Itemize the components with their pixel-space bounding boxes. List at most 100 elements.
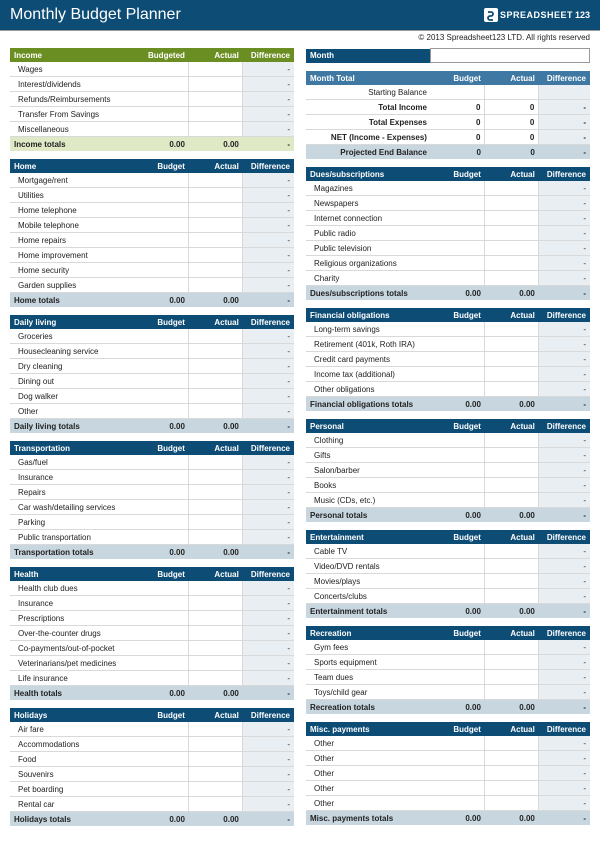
cell-budget[interactable] (431, 337, 485, 352)
cell-budget[interactable] (431, 367, 485, 382)
cell-budget[interactable] (431, 478, 485, 493)
cell-budget[interactable] (135, 359, 189, 374)
cell-actual[interactable] (189, 188, 243, 203)
cell-actual[interactable] (189, 752, 243, 767)
cell-budget[interactable] (431, 226, 485, 241)
cell-actual[interactable] (189, 722, 243, 737)
cell-actual[interactable] (189, 218, 243, 233)
cell-actual[interactable] (485, 271, 539, 286)
cell-budget[interactable] (135, 722, 189, 737)
cell-budget[interactable] (135, 344, 189, 359)
cell-budget[interactable] (135, 203, 189, 218)
cell-actual[interactable] (189, 329, 243, 344)
cell-actual[interactable] (189, 626, 243, 641)
cell-actual[interactable] (189, 500, 243, 515)
cell-budget[interactable] (135, 248, 189, 263)
cell-actual[interactable] (485, 736, 539, 751)
cell-actual[interactable] (485, 478, 539, 493)
cell-actual[interactable] (189, 470, 243, 485)
cell-actual[interactable] (189, 485, 243, 500)
cell-actual[interactable] (189, 77, 243, 92)
cell-actual[interactable] (189, 656, 243, 671)
cell-actual[interactable] (189, 782, 243, 797)
cell-budget[interactable] (135, 62, 189, 77)
cell-budget[interactable] (431, 670, 485, 685)
cell-actual[interactable] (189, 359, 243, 374)
cell-budget[interactable] (431, 559, 485, 574)
cell-budget[interactable] (135, 500, 189, 515)
cell-budget[interactable] (135, 107, 189, 122)
cell-actual[interactable] (485, 211, 539, 226)
cell-budget[interactable] (431, 493, 485, 508)
cell-budget[interactable] (431, 655, 485, 670)
cell-budget[interactable] (135, 671, 189, 686)
month-input[interactable] (431, 49, 590, 63)
cell-actual[interactable] (189, 203, 243, 218)
cell-budget[interactable] (135, 752, 189, 767)
cell-actual[interactable] (189, 581, 243, 596)
cell-budget[interactable] (431, 589, 485, 604)
cell-budget[interactable] (135, 656, 189, 671)
cell-actual[interactable] (485, 448, 539, 463)
cell-budget[interactable] (135, 782, 189, 797)
cell-actual[interactable] (485, 574, 539, 589)
cell-budget[interactable] (431, 181, 485, 196)
cell-actual[interactable] (485, 256, 539, 271)
cell-actual[interactable] (189, 797, 243, 812)
cell-budget[interactable] (431, 241, 485, 256)
cell-actual[interactable] (485, 181, 539, 196)
cell-budget[interactable] (135, 233, 189, 248)
cell-actual[interactable] (485, 751, 539, 766)
cell-budget[interactable] (135, 797, 189, 812)
cell-budget[interactable] (135, 218, 189, 233)
cell-budget[interactable] (135, 581, 189, 596)
cell-actual[interactable] (189, 122, 243, 137)
cell-actual[interactable] (189, 374, 243, 389)
cell-actual[interactable] (189, 107, 243, 122)
cell-actual[interactable] (485, 322, 539, 337)
cell-actual[interactable] (485, 352, 539, 367)
cell-actual[interactable] (485, 544, 539, 559)
cell-budget[interactable] (431, 196, 485, 211)
cell-budget[interactable] (431, 766, 485, 781)
cell-budget[interactable] (431, 736, 485, 751)
cell-budget[interactable] (431, 211, 485, 226)
cell-budget[interactable] (135, 173, 189, 188)
cell-actual[interactable] (189, 62, 243, 77)
cell-actual[interactable] (189, 767, 243, 782)
cell-actual[interactable] (485, 589, 539, 604)
cell-budget[interactable] (431, 322, 485, 337)
cell-budget[interactable] (135, 329, 189, 344)
cell-actual[interactable] (485, 766, 539, 781)
cell-budget[interactable] (135, 611, 189, 626)
cell-budget[interactable] (135, 641, 189, 656)
cell-actual[interactable] (189, 455, 243, 470)
cell-budget[interactable] (431, 781, 485, 796)
cell-actual[interactable] (189, 404, 243, 419)
cell-actual[interactable] (189, 671, 243, 686)
cell-budget[interactable] (431, 433, 485, 448)
cell-budget[interactable] (135, 626, 189, 641)
cell-actual[interactable] (485, 463, 539, 478)
cell-actual[interactable] (189, 278, 243, 293)
cell-budget[interactable] (135, 767, 189, 782)
cell-actual[interactable] (189, 596, 243, 611)
cell-budget[interactable] (431, 751, 485, 766)
cell-actual[interactable] (485, 640, 539, 655)
cell-actual[interactable] (485, 670, 539, 685)
cell-budget[interactable] (135, 92, 189, 107)
cell-budget[interactable] (135, 389, 189, 404)
cell-actual[interactable] (485, 382, 539, 397)
cell-budget[interactable] (431, 574, 485, 589)
cell-actual[interactable] (485, 559, 539, 574)
cell-actual[interactable] (189, 737, 243, 752)
cell-budget[interactable] (431, 256, 485, 271)
cell-budget[interactable] (431, 640, 485, 655)
cell-actual[interactable] (189, 263, 243, 278)
cell-budget[interactable] (431, 352, 485, 367)
cell-actual[interactable] (485, 781, 539, 796)
cell-budget[interactable] (135, 77, 189, 92)
cell-budget[interactable] (135, 263, 189, 278)
cell-actual[interactable] (189, 92, 243, 107)
cell-actual[interactable] (189, 611, 243, 626)
